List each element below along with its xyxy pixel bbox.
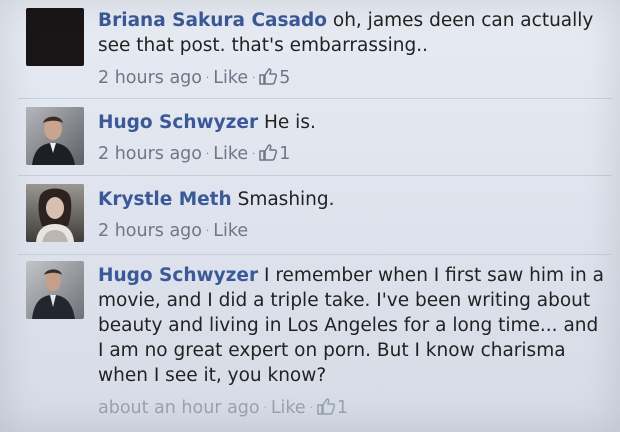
- meta-separator: ·: [206, 225, 210, 237]
- comment-timestamp[interactable]: 2 hours ago: [98, 144, 202, 164]
- meta-separator: ·: [206, 72, 210, 84]
- meta-separator: ·: [252, 148, 256, 160]
- thumbs-up-icon: [259, 144, 278, 166]
- comment-timestamp[interactable]: 2 hours ago: [98, 221, 202, 241]
- comment-author-link[interactable]: Hugo Schwyzer: [98, 265, 258, 286]
- comment-thread: Briana Sakura Casado oh, james deen can …: [0, 0, 620, 432]
- thumbs-up-icon: [317, 398, 336, 420]
- commenter-avatar[interactable]: [26, 107, 84, 165]
- like-link[interactable]: Like: [213, 68, 248, 88]
- comment-divider: [18, 254, 612, 255]
- comment-meta: 2 hours ago · Like · 5: [98, 68, 290, 90]
- comment-item: Briana Sakura Casado oh, james deen can …: [0, 0, 620, 98]
- comment-meta: about an hour ago · Like · 1: [98, 398, 348, 420]
- meta-separator: ·: [309, 402, 313, 414]
- thumbs-up-icon: [259, 68, 278, 90]
- comment-author-link[interactable]: Hugo Schwyzer: [98, 112, 258, 133]
- commenter-avatar[interactable]: [26, 261, 84, 319]
- comment-author-link[interactable]: Briana Sakura Casado: [98, 10, 327, 31]
- comment-text-block: Hugo Schwyzer He is.: [98, 110, 608, 135]
- comment-author-link[interactable]: Krystle Meth: [98, 189, 232, 210]
- comment-divider: [18, 175, 612, 176]
- like-link[interactable]: Like: [271, 398, 306, 418]
- comment-text-block: Krystle Meth Smashing.: [98, 187, 608, 212]
- meta-separator: ·: [252, 72, 256, 84]
- comment-text-block: Hugo Schwyzer I remember when I first sa…: [98, 263, 608, 388]
- comment-meta: 2 hours ago · Like: [98, 221, 248, 241]
- comment-body: He is.: [264, 112, 316, 133]
- meta-separator: ·: [206, 148, 210, 160]
- like-count[interactable]: 1: [279, 144, 290, 164]
- like-link[interactable]: Like: [213, 144, 248, 164]
- comment-timestamp[interactable]: about an hour ago: [98, 398, 260, 418]
- comment-text-block: Briana Sakura Casado oh, james deen can …: [98, 8, 608, 58]
- like-count[interactable]: 1: [337, 398, 348, 418]
- comment-timestamp[interactable]: 2 hours ago: [98, 68, 202, 88]
- comment-body: Smashing.: [237, 189, 335, 210]
- commenter-avatar[interactable]: [26, 8, 84, 66]
- meta-separator: ·: [263, 402, 267, 414]
- like-count[interactable]: 5: [279, 68, 290, 88]
- commenter-avatar[interactable]: [26, 184, 84, 242]
- like-link[interactable]: Like: [213, 221, 248, 241]
- comment-meta: 2 hours ago · Like · 1: [98, 144, 290, 166]
